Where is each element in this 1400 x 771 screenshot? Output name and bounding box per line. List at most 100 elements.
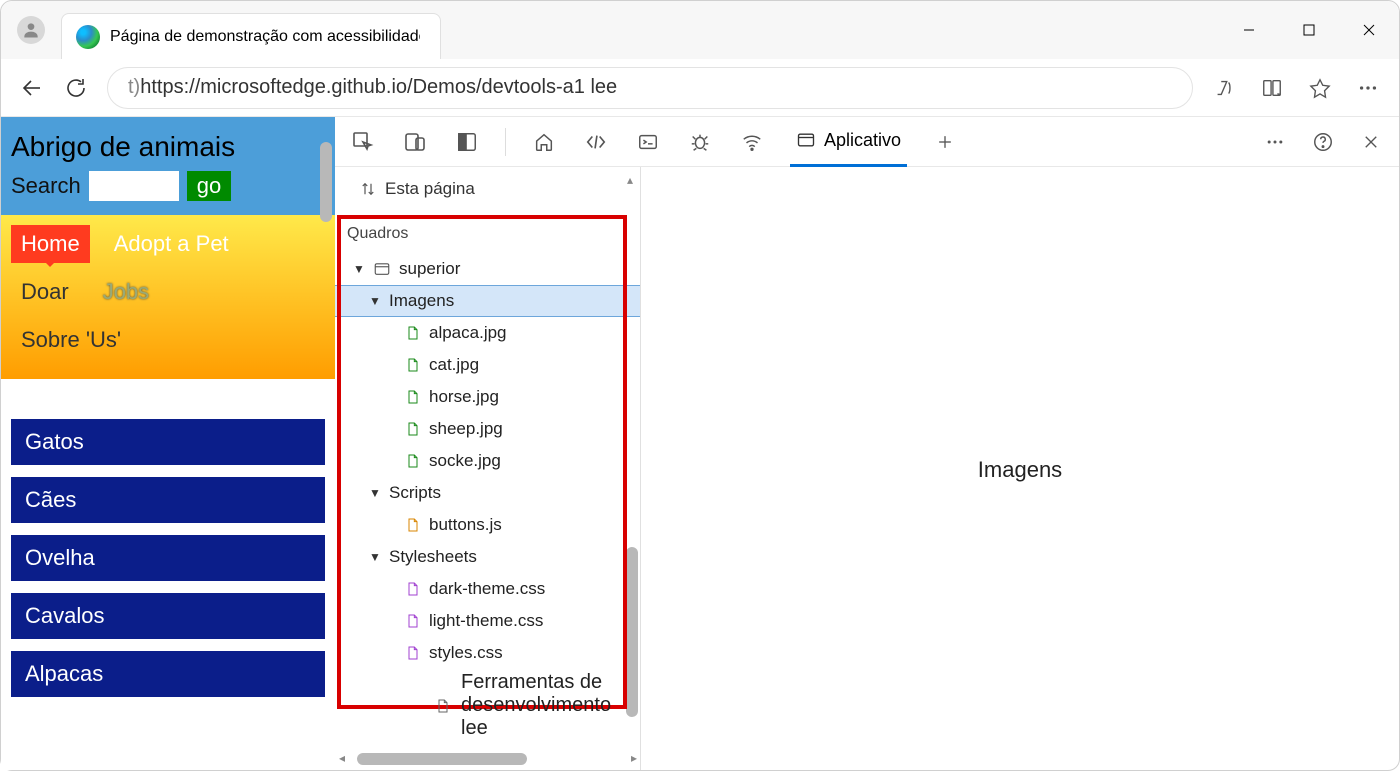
file-icon xyxy=(435,696,451,716)
page-scrollbar[interactable] xyxy=(317,117,335,770)
list-item[interactable]: Cavalos xyxy=(11,593,325,639)
tree-file[interactable]: buttons.js xyxy=(335,509,640,541)
file-name: buttons.js xyxy=(429,515,502,535)
nav-home[interactable]: Home xyxy=(11,225,90,263)
devtools-tabs: Aplicativo xyxy=(335,117,1399,167)
inspect-icon[interactable] xyxy=(349,128,377,156)
reading-list-icon[interactable] xyxy=(1259,75,1285,101)
page-viewport: Abrigo de animais Search go Home Adopt a… xyxy=(1,117,335,770)
devtools-more-icon[interactable] xyxy=(1261,128,1289,156)
file-icon xyxy=(405,355,421,375)
tree-label: Imagens xyxy=(389,291,454,311)
tree-file[interactable]: horse.jpg xyxy=(335,381,640,413)
tree-file[interactable]: socke.jpg xyxy=(335,445,640,477)
tree-label: Scripts xyxy=(389,483,441,503)
tree-file[interactable]: dark-theme.css xyxy=(335,573,640,605)
favorite-icon[interactable] xyxy=(1307,75,1333,101)
chevron-down-icon: ▼ xyxy=(353,262,365,276)
category-list: Gatos Cães Ovelha Cavalos Alpacas xyxy=(1,379,335,707)
overflow-label: Ferramentas de desenvolvimento lee xyxy=(461,671,640,740)
frames-section-label: Quadros xyxy=(335,211,640,253)
minimize-button[interactable] xyxy=(1219,5,1279,55)
page-nav: Home Adopt a Pet Doar Jobs Sobre 'Us' xyxy=(1,215,335,379)
tree-file[interactable]: styles.css xyxy=(335,637,640,669)
elements-tab-icon[interactable] xyxy=(582,128,610,156)
this-page-label: Esta página xyxy=(385,179,475,199)
console-tab-icon[interactable] xyxy=(634,128,662,156)
search-label: Search xyxy=(11,173,81,199)
file-icon xyxy=(405,579,421,599)
file-name: dark-theme.css xyxy=(429,579,545,599)
welcome-tab-icon[interactable] xyxy=(530,128,558,156)
file-icon xyxy=(405,611,421,631)
nav-jobs[interactable]: Jobs xyxy=(93,273,159,311)
tree-label: Stylesheets xyxy=(389,547,477,567)
sidebar-h-scrollbar[interactable]: ◂▸ xyxy=(353,752,623,766)
file-icon xyxy=(405,387,421,407)
url-prefix: t) xyxy=(128,76,140,99)
dock-icon[interactable] xyxy=(453,128,481,156)
application-tab[interactable]: Aplicativo xyxy=(790,117,907,167)
application-tab-label: Aplicativo xyxy=(824,130,901,151)
browser-tab[interactable]: Página de demonstração com acessibilidad… xyxy=(61,13,441,59)
nav-about[interactable]: Sobre 'Us' xyxy=(11,321,131,359)
toolbar: t) https://microsoftedge.github.io/Demos… xyxy=(1,59,1399,117)
add-tab-button[interactable] xyxy=(931,128,959,156)
file-name: horse.jpg xyxy=(429,387,499,407)
tree-file[interactable]: alpaca.jpg xyxy=(335,317,640,349)
list-item[interactable]: Ovelha xyxy=(11,535,325,581)
network-tab-icon[interactable] xyxy=(738,128,766,156)
tree-item-images[interactable]: ▼ Imagens xyxy=(335,285,640,317)
list-item[interactable]: Gatos xyxy=(11,419,325,465)
tree-overflow-item[interactable]: Ferramentas de desenvolvimento lee xyxy=(435,671,640,740)
file-name: styles.css xyxy=(429,643,503,663)
refresh-button[interactable] xyxy=(63,75,89,101)
nav-donate[interactable]: Doar xyxy=(11,273,79,311)
chevron-down-icon: ▼ xyxy=(369,294,381,308)
read-aloud-icon[interactable] xyxy=(1211,75,1237,101)
tree-item-top[interactable]: ▼ superior xyxy=(335,253,640,285)
detail-heading: Imagens xyxy=(641,457,1399,483)
maximize-button[interactable] xyxy=(1279,5,1339,55)
file-name: socke.jpg xyxy=(429,451,501,471)
edge-icon xyxy=(76,25,100,49)
devtools: Aplicativo Esta página Quadr xyxy=(335,117,1399,770)
chevron-down-icon: ▼ xyxy=(369,550,381,564)
application-sidebar: Esta página Quadros ▼ superior ▼ Imagens xyxy=(335,167,640,770)
tree-item-stylesheets[interactable]: ▼ Stylesheets xyxy=(335,541,640,573)
file-name: light-theme.css xyxy=(429,611,543,631)
sort-icon xyxy=(359,180,377,198)
debugger-tab-icon[interactable] xyxy=(686,128,714,156)
list-item[interactable]: Cães xyxy=(11,477,325,523)
help-icon[interactable] xyxy=(1309,128,1337,156)
list-item[interactable]: Alpacas xyxy=(11,651,325,697)
devtools-close-icon[interactable] xyxy=(1357,128,1385,156)
file-name: alpaca.jpg xyxy=(429,323,507,343)
file-icon xyxy=(405,419,421,439)
tree-label: superior xyxy=(399,259,460,279)
device-icon[interactable] xyxy=(401,128,429,156)
window-icon xyxy=(373,260,391,278)
more-icon[interactable] xyxy=(1355,75,1381,101)
tree-file[interactable]: sheep.jpg xyxy=(335,413,640,445)
browser-window: Página de demonstração com acessibilidad… xyxy=(0,0,1400,771)
page-header: Abrigo de animais Search go xyxy=(1,117,335,215)
chevron-down-icon: ▼ xyxy=(369,486,381,500)
tab-title: Página de demonstração com acessibilidad… xyxy=(110,28,420,46)
go-button[interactable]: go xyxy=(187,171,231,201)
frames-tree: ▼ superior ▼ Imagens alpaca.jpg cat.jpg … xyxy=(335,253,640,669)
close-button[interactable] xyxy=(1339,5,1399,55)
profile-avatar[interactable] xyxy=(17,16,45,44)
detail-pane: Imagens xyxy=(641,167,1399,770)
tree-item-scripts[interactable]: ▼ Scripts xyxy=(335,477,640,509)
tree-file[interactable]: light-theme.css xyxy=(335,605,640,637)
back-button[interactable] xyxy=(19,75,45,101)
file-icon xyxy=(405,323,421,343)
file-icon xyxy=(405,643,421,663)
address-bar[interactable]: t) https://microsoftedge.github.io/Demos… xyxy=(107,67,1193,109)
file-name: sheep.jpg xyxy=(429,419,503,439)
tree-file[interactable]: cat.jpg xyxy=(335,349,640,381)
url-text: https://microsoftedge.github.io/Demos/de… xyxy=(140,76,617,99)
nav-adopt[interactable]: Adopt a Pet xyxy=(104,225,239,263)
search-input[interactable] xyxy=(89,171,179,201)
